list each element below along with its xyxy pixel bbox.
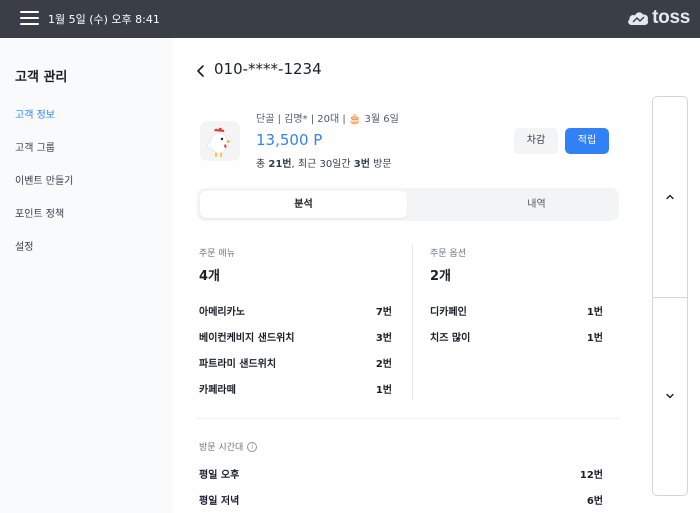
order-options-count: 2개 xyxy=(430,269,452,284)
rooster-avatar-icon xyxy=(200,121,240,161)
logo-text: toss xyxy=(652,7,690,28)
menu-row-value: 2번 xyxy=(375,359,392,370)
visit-row-name: 평일 저녁 xyxy=(199,496,240,507)
visits-prefix: 총 xyxy=(256,159,269,170)
column-divider xyxy=(412,244,413,400)
visits-suffix: 방문 xyxy=(369,159,392,170)
option-row-name: 치즈 많이 xyxy=(430,333,471,344)
visits-recent: 3번 xyxy=(353,159,370,170)
scroll-up-button[interactable] xyxy=(653,97,687,297)
customer-visits: 총 21번, 최근 30일간 3번 방문 xyxy=(256,155,392,170)
customer-meta: 단골 | 김명* | 20대 | 🎂 3월 6일 xyxy=(256,114,399,125)
visits-mid: , 최근 30일간 xyxy=(291,159,354,170)
visit-row-name: 평일 오후 xyxy=(199,470,240,481)
menu-row-value: 1번 xyxy=(375,385,392,396)
visit-row-value: 12번 xyxy=(579,470,603,481)
chevron-down-icon xyxy=(666,393,674,399)
option-row-value: 1번 xyxy=(586,307,603,318)
sidebar-item-point-policy[interactable]: 포인트 정책 xyxy=(15,205,64,220)
menu-row-name: 베이컨케비지 샌드위치 xyxy=(199,333,295,344)
sidebar-title: 고객 관리 xyxy=(15,70,68,85)
sidebar: 고객 관리 고객 정보 고객 그룹 이벤트 만들기 포인트 정책 설정 xyxy=(0,38,172,513)
tab-bar: 분석 내역 xyxy=(197,188,619,221)
sidebar-item-settings[interactable]: 설정 xyxy=(15,238,33,253)
main-content: 010-****-1234 단골 | 김명* | 20대 | 🎂 3월 6일 1… xyxy=(172,38,700,513)
cloud-icon xyxy=(628,12,649,25)
menu-row-value: 3번 xyxy=(375,333,392,344)
scroll-down-button[interactable] xyxy=(653,297,687,495)
earn-button[interactable]: 적립 xyxy=(565,128,609,154)
menu-row-value: 7번 xyxy=(375,307,392,318)
visit-time-label: 방문 시간대 i xyxy=(199,440,258,453)
order-options-label: 주문 옵션 xyxy=(430,249,466,259)
top-bar: 1월 5일 (수) 오후 8:41 toss xyxy=(0,0,700,38)
section-divider xyxy=(197,418,619,419)
order-menu-label: 주문 메뉴 xyxy=(199,249,235,259)
menu-icon[interactable] xyxy=(20,11,39,26)
menu-row-name: 카페라떼 xyxy=(199,385,236,396)
option-row-name: 디카페인 xyxy=(430,307,467,318)
sidebar-item-customer-info[interactable]: 고객 정보 xyxy=(15,106,55,121)
sidebar-item-create-event[interactable]: 이벤트 만들기 xyxy=(15,172,73,187)
order-menu-count: 4개 xyxy=(199,269,221,284)
datetime-label: 1월 5일 (수) 오후 8:41 xyxy=(48,13,160,26)
sidebar-item-customer-group[interactable]: 고객 그룹 xyxy=(15,139,55,154)
info-icon[interactable]: i xyxy=(247,441,258,452)
visits-total: 21번 xyxy=(268,159,292,170)
visit-time-text: 방문 시간대 xyxy=(199,443,244,453)
customer-points: 13,500 P xyxy=(256,131,323,149)
tab-history[interactable]: 내역 xyxy=(433,191,640,218)
visit-row-value: 6번 xyxy=(586,496,603,507)
scroll-panel xyxy=(652,96,688,496)
menu-row-name: 파트라미 샌드위치 xyxy=(199,359,277,370)
toss-logo: toss xyxy=(627,6,690,30)
menu-row-name: 아메리카노 xyxy=(199,307,245,318)
chevron-up-icon xyxy=(666,194,674,200)
tab-analysis[interactable]: 분석 xyxy=(200,191,407,218)
customer-phone: 010-****-1234 xyxy=(214,60,322,78)
deduct-button[interactable]: 차감 xyxy=(514,128,558,154)
option-row-value: 1번 xyxy=(586,333,603,344)
back-chevron-icon[interactable] xyxy=(194,64,208,78)
